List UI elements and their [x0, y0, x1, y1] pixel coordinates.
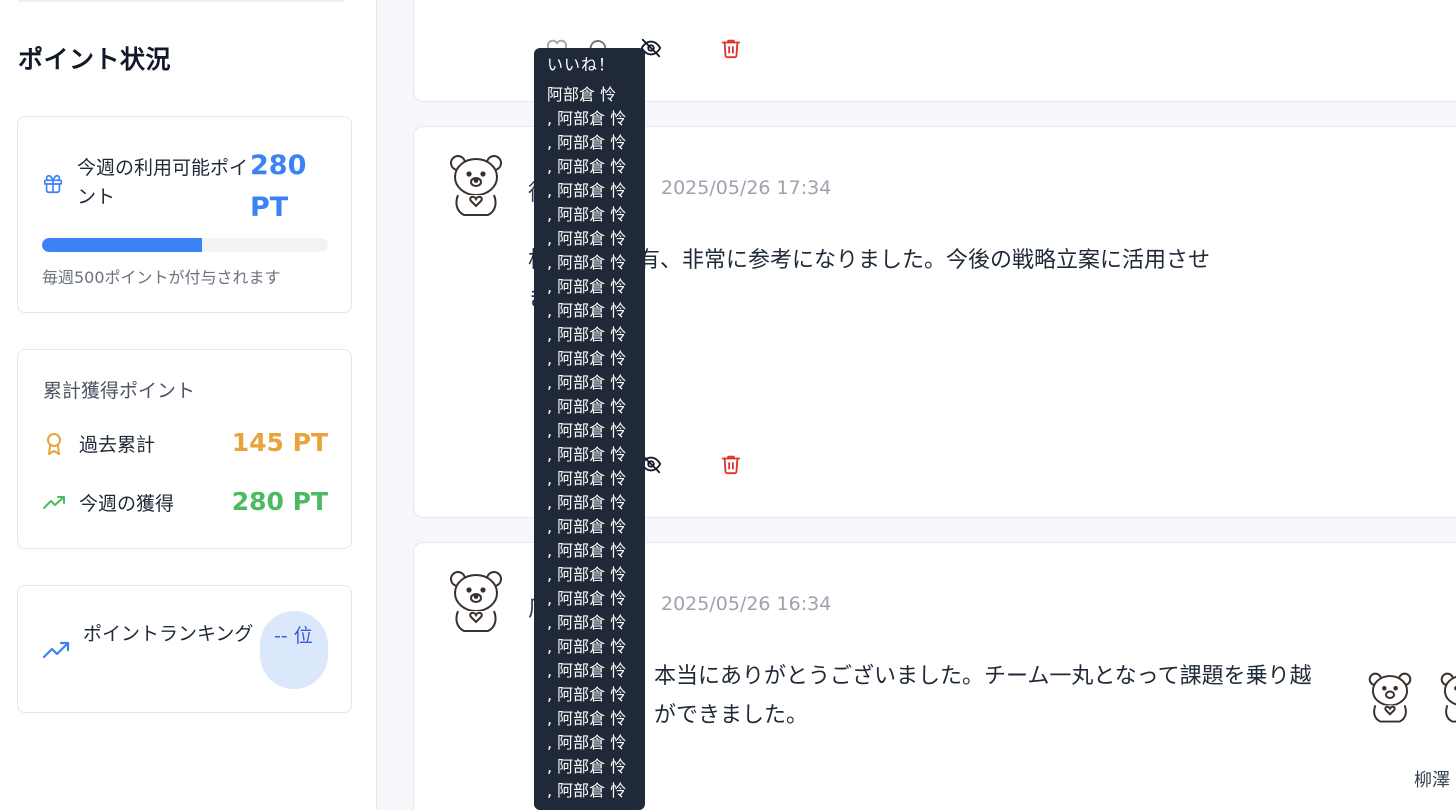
this-week-row: 今週の獲得 280 PT: [42, 487, 328, 519]
bear-avatar[interactable]: [1364, 670, 1416, 726]
liker-name: , 阿部倉 怜: [547, 685, 627, 704]
liker-name: , 阿部倉 怜: [547, 205, 627, 224]
liker-avatars: [1364, 670, 1456, 730]
ranking-badge: -- 位: [260, 611, 328, 689]
this-week-value: 280 PT: [231, 487, 328, 516]
ranking-card[interactable]: ポイントランキング -- 位: [17, 585, 352, 713]
liker-name: , 阿部倉 怜: [547, 397, 627, 416]
post-body: 析の結果共有、非常に参考になりました。今後の戦略立案に活用させ きます。: [528, 241, 1398, 319]
award-icon: [47, 433, 61, 455]
weekly-grant-note: 毎週500ポイントが付与されます: [42, 268, 281, 287]
liker-name: , 阿部倉 怜: [547, 709, 627, 728]
points-sidebar: ポイント状況 今週の利用可能ポイント 280 PT 毎週500ポイントが付与され…: [0, 0, 377, 810]
bear-avatar[interactable]: [444, 569, 508, 635]
liker-list: 阿部倉 怜 , 阿部倉 怜 , 阿部倉 怜 , 阿部倉 怜 , 阿部倉 怜 , 阿部倉 …: [547, 83, 645, 803]
liker-name: , 阿部倉 怜: [547, 613, 627, 632]
cumulative-title: 累計獲得ポイント: [43, 380, 196, 402]
trash-icon[interactable]: [720, 37, 742, 59]
liker-name: , 阿部倉 怜: [547, 469, 627, 488]
this-week-label: 今週の獲得: [79, 493, 175, 515]
bear-avatar[interactable]: [444, 153, 508, 219]
liker-name: , 阿部倉 怜: [547, 517, 627, 536]
liker-name: , 阿部倉 怜: [547, 757, 627, 776]
liker-name: , 阿部倉 怜: [547, 349, 627, 368]
liker-name: , 阿部倉 怜: [547, 133, 627, 152]
liker-name: , 阿部倉 怜: [547, 109, 627, 128]
liker-name: , 阿部倉 怜: [547, 541, 627, 560]
liker-name: , 阿部倉 怜: [547, 229, 627, 248]
ranking-label: ポイントランキング: [83, 623, 254, 645]
liker-name: , 阿部倉 怜: [547, 733, 627, 752]
past-total-row: 過去累計 145 PT: [42, 428, 328, 460]
post-timestamp: 2025/05/26 17:34: [661, 177, 832, 199]
available-points-label: 今週の利用可能ポイント: [77, 157, 249, 208]
gift-icon: [43, 174, 63, 194]
liker-name: , 阿部倉 怜: [547, 637, 627, 656]
liker-name: , 阿部倉 怜: [547, 445, 627, 464]
bear-avatar[interactable]: [1436, 670, 1456, 726]
liker-name: , 阿部倉 怜: [547, 421, 627, 440]
liker-name: 柳澤: [1414, 770, 1450, 791]
likes-tooltip: いいね！ 阿部倉 怜 , 阿部倉 怜 , 阿部倉 怜 , 阿部倉 怜 , 阿部倉 怜,…: [534, 48, 645, 810]
liker-name: , 阿部倉 怜: [547, 181, 627, 200]
liker-name: 阿部倉 怜: [547, 85, 617, 104]
post-body-text: 本当にありがとうございました。チーム一丸となって課題を乗り越 ができました。: [654, 664, 1312, 728]
post-timestamp: 2025/05/26 16:34: [661, 593, 832, 615]
cumulative-points-card: 累計獲得ポイント 過去累計 145 PT 今週の獲得 280 PT: [17, 349, 352, 549]
liker-name: , 阿部倉 怜: [547, 781, 627, 800]
trending-up-icon: [43, 496, 65, 509]
liker-name: , 阿部倉 怜: [547, 565, 627, 584]
liker-name: , 阿部倉 怜: [547, 589, 627, 608]
liker-name: , 阿部倉 怜: [547, 277, 627, 296]
past-total-value: 145 PT: [231, 428, 328, 457]
liker-name: , 阿部倉 怜: [547, 325, 627, 344]
past-total-label: 過去累計: [79, 434, 156, 456]
post-body: 本当にありがとうございました。チーム一丸となって課題を乗り越 ができました。: [654, 657, 1414, 735]
liker-name: , 阿部倉 怜: [547, 493, 627, 512]
sidebar-title: ポイント状況: [18, 45, 172, 74]
liker-name: , 阿部倉 怜: [547, 301, 627, 320]
points-progress-bar: [42, 238, 328, 252]
tooltip-title: いいね！: [547, 55, 616, 74]
liker-name: , 阿部倉 怜: [547, 157, 627, 176]
trending-up-icon: [42, 641, 70, 659]
available-points-card: 今週の利用可能ポイント 280 PT 毎週500ポイントが付与されます: [17, 116, 352, 313]
points-progress-fill: [42, 238, 203, 252]
trash-icon[interactable]: [720, 453, 742, 475]
liker-name: , 阿部倉 怜: [547, 253, 627, 272]
liker-name: , 阿部倉 怜: [547, 661, 627, 680]
divider: [18, 0, 344, 2]
available-points-value: 280 PT: [250, 150, 307, 223]
liker-name: , 阿部倉 怜: [547, 373, 627, 392]
